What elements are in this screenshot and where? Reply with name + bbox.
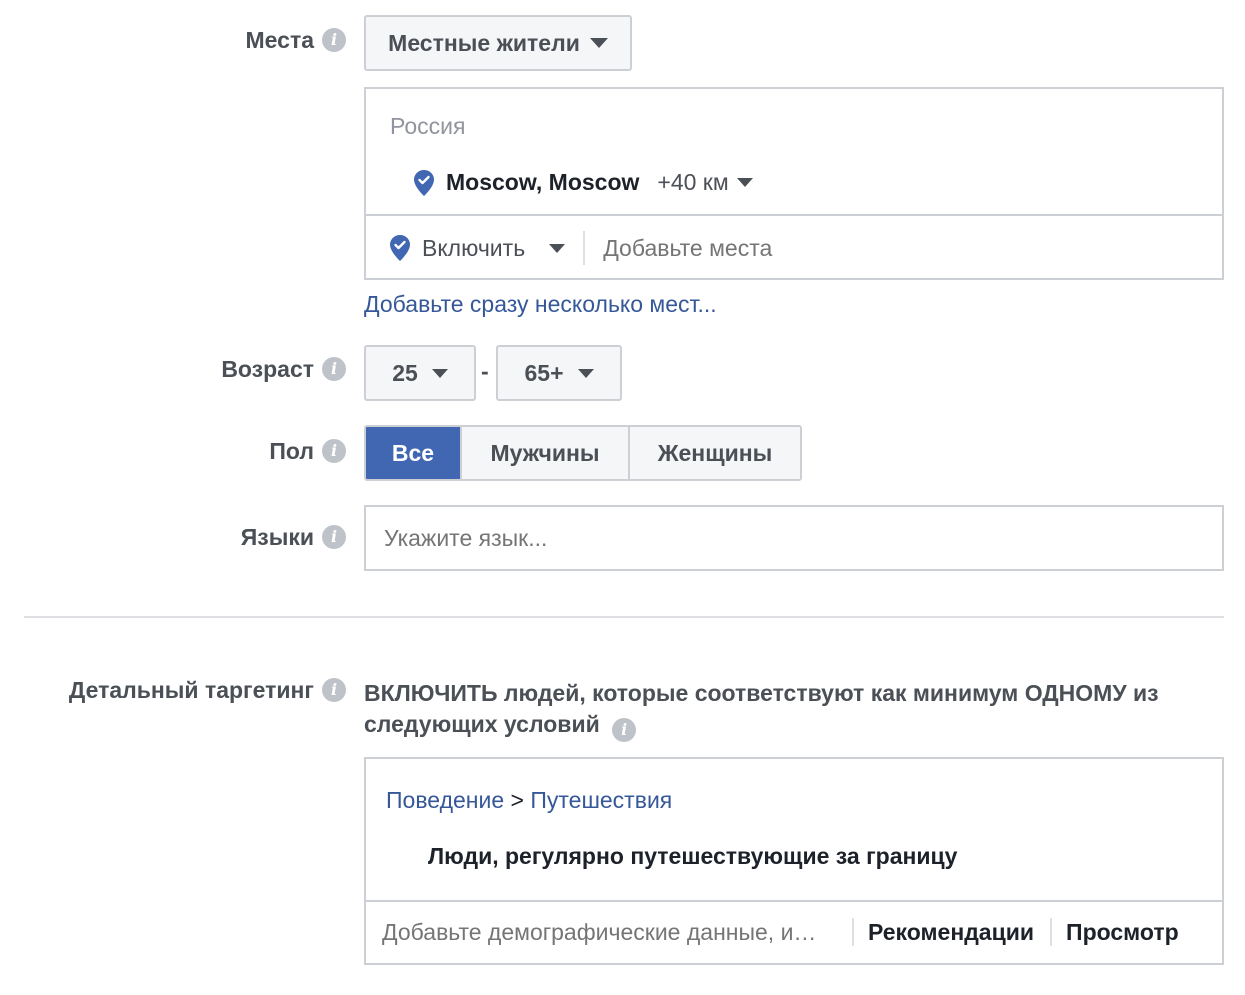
places-audience-dropdown-label: Местные жители	[388, 29, 580, 56]
breadcrumb: Поведение > Путешествия	[386, 787, 672, 814]
places-label: Места	[245, 26, 315, 53]
detailed-targeting-label: Детальный таргетинг	[68, 676, 314, 703]
add-places-input[interactable]	[603, 234, 1164, 262]
gender-option-women[interactable]: Женщины	[628, 427, 800, 479]
places-audience-dropdown[interactable]: Местные жители	[364, 15, 632, 71]
bulk-add-places-link[interactable]: Добавьте сразу несколько мест...	[364, 291, 717, 318]
info-icon[interactable]: i	[322, 439, 346, 463]
info-icon[interactable]: i	[612, 718, 637, 742]
location-pin-icon	[390, 235, 410, 261]
chevron-down-icon	[431, 368, 448, 378]
recommendations-button[interactable]: Рекомендации	[868, 919, 1034, 946]
gender-label-row: Пол i	[150, 435, 346, 467]
detailed-targeting-description: ВКЛЮЧИТЬ людей, которые соответствуют ка…	[364, 678, 1224, 742]
breadcrumb-behaviors[interactable]: Поведение	[386, 787, 504, 813]
gender-option-all[interactable]: Все	[366, 427, 460, 479]
chevron-down-icon	[549, 243, 566, 253]
radius-dropdown[interactable]: +40 км	[657, 169, 753, 196]
detailed-targeting-description-text: ВКЛЮЧИТЬ людей, которые соответствуют ка…	[364, 680, 1159, 737]
age-max-dropdown[interactable]: 65+	[496, 345, 622, 401]
locations-box: Россия Moscow, Moscow +40 км Включить	[364, 87, 1224, 280]
languages-input[interactable]	[364, 505, 1224, 571]
gender-option-men[interactable]: Мужчины	[460, 427, 628, 479]
chevron-down-icon	[589, 38, 608, 48]
languages-label: Языки	[240, 523, 314, 550]
input-separator	[1050, 918, 1053, 946]
gender-label: Пол	[269, 437, 314, 464]
age-separator: -	[481, 358, 489, 384]
info-icon[interactable]: i	[322, 357, 346, 381]
locations-input-row: Включить	[390, 229, 1164, 267]
places-label-row: Места i	[150, 24, 346, 56]
locations-divider	[366, 214, 1222, 216]
detailed-targeting-box: Поведение > Путешествия Люди, регулярно …	[364, 757, 1224, 965]
targeting-item[interactable]: Люди, регулярно путешествующие за границ…	[428, 843, 957, 870]
radius-value: +40 км	[657, 169, 729, 195]
chevron-down-icon	[736, 178, 753, 187]
age-max-value: 65+	[524, 359, 564, 386]
location-pin-icon	[414, 169, 434, 196]
age-min-value: 25	[392, 359, 418, 386]
chevron-down-icon	[577, 368, 594, 378]
info-icon[interactable]: i	[322, 28, 346, 52]
breadcrumb-travel[interactable]: Путешествия	[530, 787, 672, 813]
location-name: Moscow, Moscow	[446, 169, 640, 195]
info-icon[interactable]: i	[322, 525, 346, 549]
browse-button[interactable]: Просмотр	[1066, 919, 1179, 946]
country-label: Россия	[390, 113, 466, 139]
include-dropdown[interactable]: Включить	[390, 234, 566, 262]
location-item: Moscow, Moscow +40 км	[414, 169, 753, 196]
include-label: Включить	[422, 234, 526, 261]
targeting-divider	[366, 900, 1222, 902]
gender-toggle-group: Все Мужчины Женщины	[364, 425, 802, 481]
targeting-search-input[interactable]	[382, 918, 848, 946]
breadcrumb-separator: >	[510, 787, 524, 813]
info-icon[interactable]: i	[322, 678, 346, 702]
age-min-dropdown[interactable]: 25	[364, 345, 476, 401]
languages-label-row: Языки i	[150, 521, 346, 553]
detailed-targeting-label-row: Детальный таргетинг i	[20, 674, 346, 706]
input-separator	[583, 231, 586, 265]
age-label-row: Возраст i	[150, 353, 346, 385]
age-label: Возраст	[221, 355, 314, 382]
targeting-input-row: Рекомендации Просмотр	[382, 911, 1206, 953]
input-separator	[852, 918, 854, 946]
section-divider	[24, 616, 1224, 618]
